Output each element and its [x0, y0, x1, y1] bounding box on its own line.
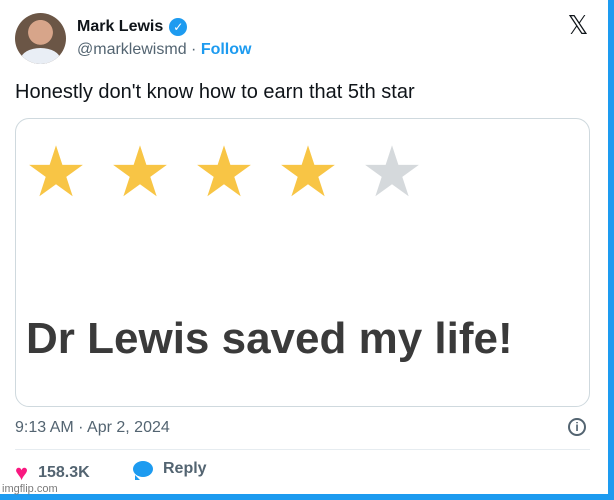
tweet-text: Honestly don't know how to earn that 5th…: [15, 81, 415, 103]
reply-bubble-icon: [133, 461, 153, 480]
author-handle[interactable]: @marklewismd: [77, 41, 187, 58]
verified-icon: ✓: [169, 18, 188, 36]
x-logo-icon[interactable]: 𝕏: [566, 12, 590, 38]
follow-button[interactable]: Follow: [201, 41, 252, 58]
reply-label: Reply: [163, 460, 207, 477]
author-name[interactable]: Mark Lewis: [77, 18, 163, 36]
handle-separator: ·: [186, 41, 201, 58]
divider: [15, 449, 590, 450]
author-name-row: Mark Lewis ✓: [77, 16, 188, 38]
avatar-shirt: [21, 48, 60, 64]
star-filled-icon: ★: [276, 133, 340, 211]
star-empty-icon: ★: [360, 133, 424, 211]
info-icon[interactable]: i: [568, 418, 586, 436]
author-handle-row: @marklewismd · Follow: [77, 41, 251, 59]
star-filled-icon: ★: [24, 133, 88, 211]
avatar[interactable]: [15, 13, 66, 64]
reply-button[interactable]: Reply: [133, 460, 207, 480]
likes-count: 158.3K: [38, 464, 90, 481]
image-card[interactable]: ★ ★ ★ ★ ★ Dr Lewis saved my life!: [15, 118, 590, 407]
card-text: Dr Lewis saved my life!: [26, 314, 513, 363]
star-filled-icon: ★: [108, 133, 172, 211]
timestamp[interactable]: 9:13 AM · Apr 2, 2024: [15, 419, 170, 437]
watermark: imgflip.com: [2, 483, 58, 495]
star-filled-icon: ★: [192, 133, 256, 211]
